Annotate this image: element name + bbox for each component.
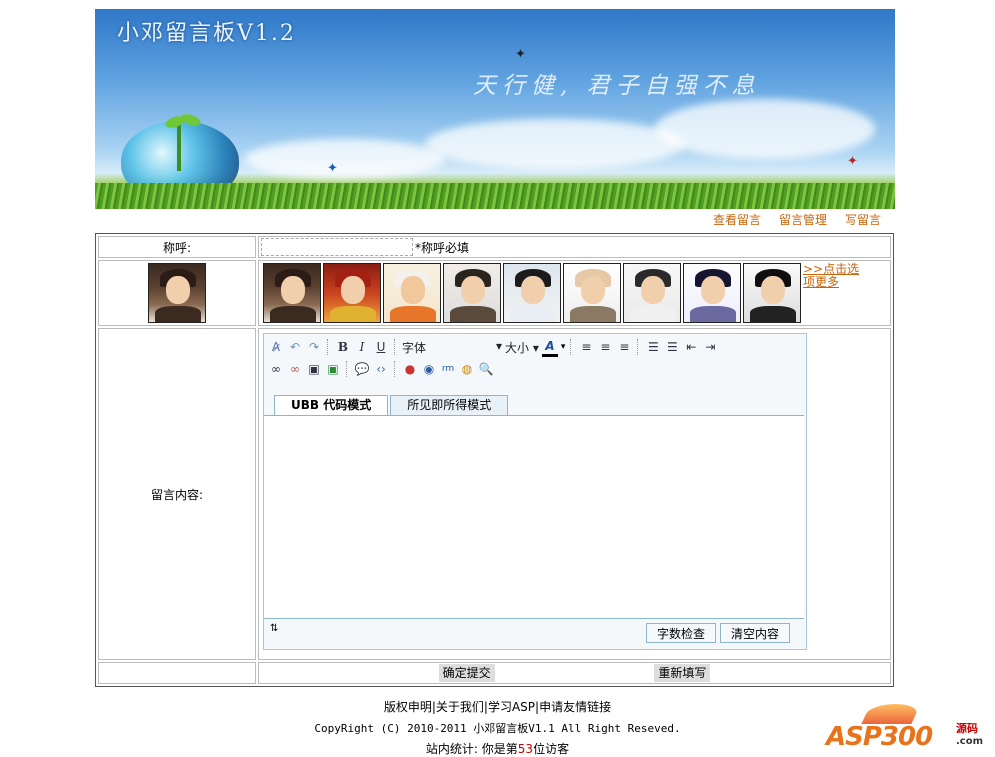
- stats-prefix: 站内统计: 你是第: [425, 742, 518, 756]
- rich-text-editor: A̷ ↶ ↷ B I U 字体 ▾ 大小 ▾ A ▾ ≡ ≡ ≡ ☰ ☰ ⇤ ⇥…: [263, 333, 807, 651]
- align-center-icon[interactable]: ≡: [597, 339, 613, 355]
- message-textarea[interactable]: [264, 415, 804, 620]
- cloud-decoration: [425, 119, 685, 169]
- avatar-option[interactable]: [443, 263, 501, 324]
- clear-content-button[interactable]: 清空内容: [720, 623, 791, 644]
- editor-toolbar-row1: A̷ ↶ ↷ B I U 字体 ▾ 大小 ▾ A ▾ ≡ ≡ ≡ ☰ ☰ ⇤ ⇥: [264, 337, 806, 357]
- sprout-illustration: [177, 121, 181, 171]
- avatar-option[interactable]: [323, 263, 381, 324]
- banner-title: 小邓留言板V1.2: [117, 21, 296, 46]
- editor-mode-tabs: UBB 代码模式 所见即所得模式: [274, 395, 509, 416]
- tab-ubb-mode[interactable]: UBB 代码模式: [274, 395, 389, 416]
- bold-icon[interactable]: B: [335, 339, 351, 355]
- nav-write-message[interactable]: 写留言: [845, 211, 881, 228]
- reset-button[interactable]: 重新填写: [654, 663, 711, 682]
- header-banner: 小邓留言板V1.2 天行健, 君子自强不息 ✦ ✦ ✦: [95, 9, 895, 209]
- flame-icon: [861, 704, 921, 724]
- avatar-option[interactable]: [263, 263, 321, 324]
- underline-icon[interactable]: U: [373, 339, 389, 355]
- nav-manage-messages[interactable]: 留言管理: [779, 211, 827, 228]
- stats-suffix: 位访客: [533, 742, 570, 756]
- image-icon[interactable]: ▣: [306, 361, 322, 377]
- font-family-select[interactable]: 字体 ▾: [402, 339, 502, 356]
- redo-icon[interactable]: ↷: [306, 339, 322, 355]
- nav-view-messages[interactable]: 查看留言: [713, 211, 761, 228]
- nickname-label: 称呼:: [98, 236, 256, 259]
- editor-toolbar-row2: ∞ ∞ ▣ ▣ 💬 ‹› ● ◉ rm ◍ 🔍: [264, 359, 806, 379]
- align-right-icon[interactable]: ≡: [616, 339, 632, 355]
- remove-format-icon[interactable]: A̷: [268, 339, 284, 355]
- message-form: 称呼: *称呼必填 >>点击选项更多 留言内容: A̷ ↶ ↷ B I U 字体…: [95, 233, 894, 687]
- avatar-option[interactable]: [383, 263, 441, 324]
- top-nav: 查看留言 留言管理 写留言: [713, 211, 881, 228]
- search-icon[interactable]: 🔍: [478, 361, 494, 377]
- ordered-list-icon[interactable]: ☰: [645, 339, 661, 355]
- undo-icon[interactable]: ↶: [287, 339, 303, 355]
- avatar-option[interactable]: [743, 263, 801, 324]
- quote-icon[interactable]: 💬: [354, 361, 370, 377]
- submit-button[interactable]: 确定提交: [438, 663, 495, 682]
- avatar-option[interactable]: [503, 263, 561, 324]
- italic-icon[interactable]: I: [354, 339, 370, 355]
- nickname-input[interactable]: [261, 238, 413, 257]
- font-size-select[interactable]: 大小 ▾: [505, 339, 539, 356]
- align-left-icon[interactable]: ≡: [578, 339, 594, 355]
- more-avatars-link[interactable]: >>点击选项更多: [803, 263, 867, 289]
- resize-toggle-icon[interactable]: ⇅: [270, 623, 278, 634]
- word-count-button[interactable]: 字数检查: [646, 623, 717, 644]
- unordered-list-icon[interactable]: ☰: [664, 339, 680, 355]
- realplayer-icon[interactable]: rm: [440, 361, 456, 377]
- visitor-count: 53: [517, 742, 534, 756]
- qq-icon[interactable]: ●: [402, 361, 418, 377]
- asp300-logo: ASP300 源码 .com: [826, 704, 986, 754]
- selected-avatar: [148, 263, 206, 324]
- media-icon[interactable]: ◉: [421, 361, 437, 377]
- avatar-option[interactable]: [623, 263, 681, 324]
- grass-decoration: [95, 183, 895, 209]
- avatar-option[interactable]: [563, 263, 621, 324]
- code-icon[interactable]: ‹›: [373, 361, 389, 377]
- indent-icon[interactable]: ⇥: [702, 339, 718, 355]
- butterfly-icon: ✦: [327, 161, 338, 176]
- butterfly-icon: ✦: [515, 47, 526, 62]
- font-color-icon[interactable]: A: [541, 338, 558, 357]
- link-icon[interactable]: ∞: [268, 361, 284, 377]
- banner-slogan: 天行健, 君子自强不息: [473, 73, 761, 99]
- tab-wysiwyg-mode[interactable]: 所见即所得模式: [390, 395, 509, 416]
- content-label: 留言内容:: [98, 328, 256, 660]
- nickname-hint: *称呼必填: [415, 240, 470, 255]
- cloud-decoration: [655, 99, 875, 159]
- unlink-icon[interactable]: ∞: [287, 361, 303, 377]
- avatar-option[interactable]: [683, 263, 741, 324]
- editor-footer: ⇅ 字数检查 清空内容: [264, 619, 806, 649]
- flash-icon[interactable]: ▣: [325, 361, 341, 377]
- emoticon-icon[interactable]: ◍: [459, 361, 475, 377]
- outdent-icon[interactable]: ⇤: [683, 339, 699, 355]
- cloud-decoration: [245, 139, 445, 179]
- butterfly-icon: ✦: [847, 154, 858, 169]
